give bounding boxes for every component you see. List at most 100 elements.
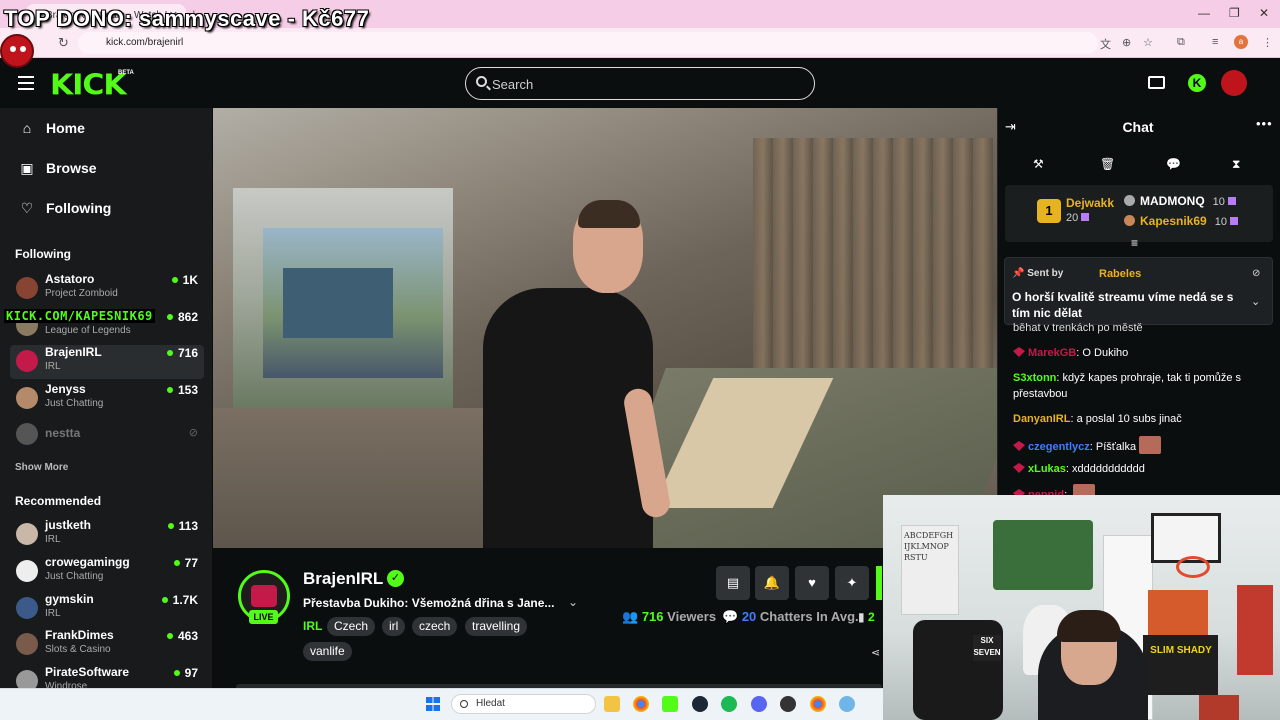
sidebar-item-browse[interactable]: ▣ Browse xyxy=(18,160,96,177)
app-icon[interactable] xyxy=(839,696,855,712)
sidebar-channel-offline[interactable]: nestta ⊘ xyxy=(10,418,204,452)
collapse-chat-icon[interactable]: ⇥ xyxy=(1005,119,1016,135)
hamburger-menu-icon[interactable] xyxy=(18,76,34,90)
spotify-icon[interactable] xyxy=(721,696,737,712)
chat-bubble-icon[interactable]: 💬 xyxy=(1166,157,1181,171)
chatters-label: Chatters In Avg. xyxy=(759,609,859,624)
chat-username[interactable]: czegentlycz xyxy=(1028,441,1090,453)
share-icon[interactable]: ⋖ xyxy=(871,646,880,659)
hourglass-icon[interactable]: ⧗ xyxy=(1232,157,1240,172)
hide-eye-icon[interactable]: ⊘ xyxy=(1252,268,1260,279)
sidebar-channel[interactable]: Astatoro Project Zomboid 1K xyxy=(10,272,204,306)
chat-username[interactable]: S3xtonn xyxy=(1013,372,1056,384)
channel-category: Just Chatting xyxy=(45,571,104,582)
chat-message: běhat v trenkách po městě xyxy=(1013,320,1268,336)
favorite-button[interactable]: ♥ xyxy=(795,566,829,600)
sidebar-channel[interactable]: Jenyss Just Chatting 153 xyxy=(10,382,204,416)
channel-name[interactable]: BrajenIRL xyxy=(303,569,383,589)
tag[interactable]: travelling xyxy=(465,617,528,636)
discord-icon[interactable] xyxy=(751,696,767,712)
sidebar-channel-active[interactable]: BrajenIRL IRL 716 xyxy=(10,345,204,379)
url-field[interactable]: kick.com/brajenirl xyxy=(78,32,1098,54)
steam-icon[interactable] xyxy=(692,696,708,712)
user-avatar[interactable] xyxy=(1221,70,1247,96)
webcam-six-seven-sign: SIX SEVEN xyxy=(973,635,1001,661)
zoom-icon[interactable]: ⊕ xyxy=(1122,36,1131,49)
browse-icon: ▣ xyxy=(20,160,34,176)
chatters-stat: 💬 20 Chatters In Avg. xyxy=(722,609,859,625)
sidebar-item-home[interactable]: ⌂ Home xyxy=(18,120,85,136)
filter-icon[interactable]: ≡ xyxy=(1131,236,1138,250)
beta-label: BETA xyxy=(118,70,134,76)
leaderboard-row[interactable]: MADMONQ 10 xyxy=(1124,194,1236,208)
notify-button[interactable]: 🔔 xyxy=(755,566,789,600)
show-more-link[interactable]: Show More xyxy=(15,462,68,473)
sidebar-item-label: Following xyxy=(46,200,112,216)
windows-start-icon[interactable] xyxy=(426,697,440,711)
sub-badge-icon xyxy=(1013,441,1025,451)
chrome-profile-icon[interactable] xyxy=(810,696,826,712)
file-explorer-icon[interactable] xyxy=(604,696,620,712)
video-player[interactable] xyxy=(213,108,997,548)
sidebar-channel[interactable]: gymskin IRL 1.7K xyxy=(10,592,204,626)
kick-logo[interactable]: KICK xyxy=(50,69,127,102)
hammer-icon[interactable]: ⚒ xyxy=(1033,157,1044,171)
webcam-lamp xyxy=(1199,695,1239,720)
minimize-icon[interactable]: — xyxy=(1198,6,1210,20)
sidebar-channel[interactable]: justketh IRL 113 xyxy=(10,518,204,552)
chat-bubble-icon: 💬 xyxy=(722,609,739,624)
leaderboard-row[interactable]: Kapesnik69 10 xyxy=(1124,214,1238,228)
sparkle-button[interactable]: ✦ xyxy=(835,566,869,600)
emote-icon xyxy=(1139,436,1162,454)
media-icon[interactable]: ≡ xyxy=(1212,36,1218,48)
viewer-count: 1K xyxy=(172,273,198,287)
sidebar-channel[interactable]: FrankDimes Slots & Casino 463 xyxy=(10,628,204,662)
kick-app-icon[interactable] xyxy=(662,696,678,712)
obs-icon[interactable] xyxy=(780,696,796,712)
tag[interactable]: irl xyxy=(382,617,406,636)
clip-button[interactable]: ▤ xyxy=(716,566,750,600)
translate-icon[interactable]: 文 xyxy=(1100,36,1111,52)
pinned-user[interactable]: Rabeles xyxy=(1099,268,1141,280)
stream-category-link[interactable]: IRL xyxy=(303,619,322,633)
window-close-icon[interactable]: ✕ xyxy=(1259,6,1269,20)
trash-icon[interactable]: 🗑 xyxy=(1100,157,1115,171)
leaderboard-top-name[interactable]: Dejwakk xyxy=(1066,196,1114,210)
sidebar-channel[interactable]: crowegamingg Just Chatting 77 xyxy=(10,555,204,589)
maximize-icon[interactable]: ❐ xyxy=(1229,6,1240,20)
search-input[interactable] xyxy=(492,74,792,94)
more-icon[interactable]: ••• xyxy=(1256,116,1273,131)
tag[interactable]: vanlife xyxy=(303,642,352,661)
sidebar-item-following[interactable]: ♡ Following xyxy=(18,200,112,217)
leaderboard-name: MADMONQ xyxy=(1140,194,1205,208)
chrome-icon[interactable] xyxy=(633,696,649,712)
tag[interactable]: Czech xyxy=(327,617,376,636)
tag[interactable]: czech xyxy=(412,617,458,636)
chat-title: Chat xyxy=(1122,119,1154,135)
browser-profile-avatar[interactable]: a xyxy=(1234,35,1248,49)
sidebar: ⌂ Home ▣ Browse ♡ Following Following Astat… xyxy=(0,108,212,720)
chevron-down-icon[interactable]: ⌄ xyxy=(568,595,578,609)
chat-username[interactable]: DanyanIRL xyxy=(1013,413,1070,425)
viewer-count: 1.7K xyxy=(162,593,198,607)
channel-name: BrajenIRL xyxy=(45,345,102,359)
wallet-icon[interactable] xyxy=(1148,76,1165,89)
video-scene-container xyxy=(283,268,393,338)
leaderboard-value: 10 xyxy=(1212,196,1225,208)
chevron-down-icon[interactable]: ⌄ xyxy=(1251,295,1260,308)
following-heading: Following xyxy=(15,247,71,261)
viewers-icon: 👥 xyxy=(622,609,639,624)
chat-username[interactable]: xLukas xyxy=(1028,463,1066,475)
extensions-icon[interactable]: ⧉ xyxy=(1177,36,1185,49)
search-bar[interactable] xyxy=(465,67,815,100)
browser-menu-icon[interactable]: ⋮ xyxy=(1262,36,1273,49)
pinned-text: O horší kvalitě streamu víme nedá se s t… xyxy=(1012,290,1234,320)
bookmark-star-icon[interactable]: ☆ xyxy=(1143,36,1153,49)
webcam-overlay: SIX SEVEN xyxy=(883,495,1280,720)
channel-name: PirateSoftware xyxy=(45,665,130,679)
follow-button[interactable] xyxy=(876,566,882,600)
taskbar-search[interactable]: Hledat xyxy=(451,694,596,714)
kick-coin-icon[interactable]: K xyxy=(1188,74,1206,92)
reload-icon[interactable]: ↻ xyxy=(58,35,69,51)
chat-username[interactable]: MarekGB xyxy=(1028,347,1076,359)
